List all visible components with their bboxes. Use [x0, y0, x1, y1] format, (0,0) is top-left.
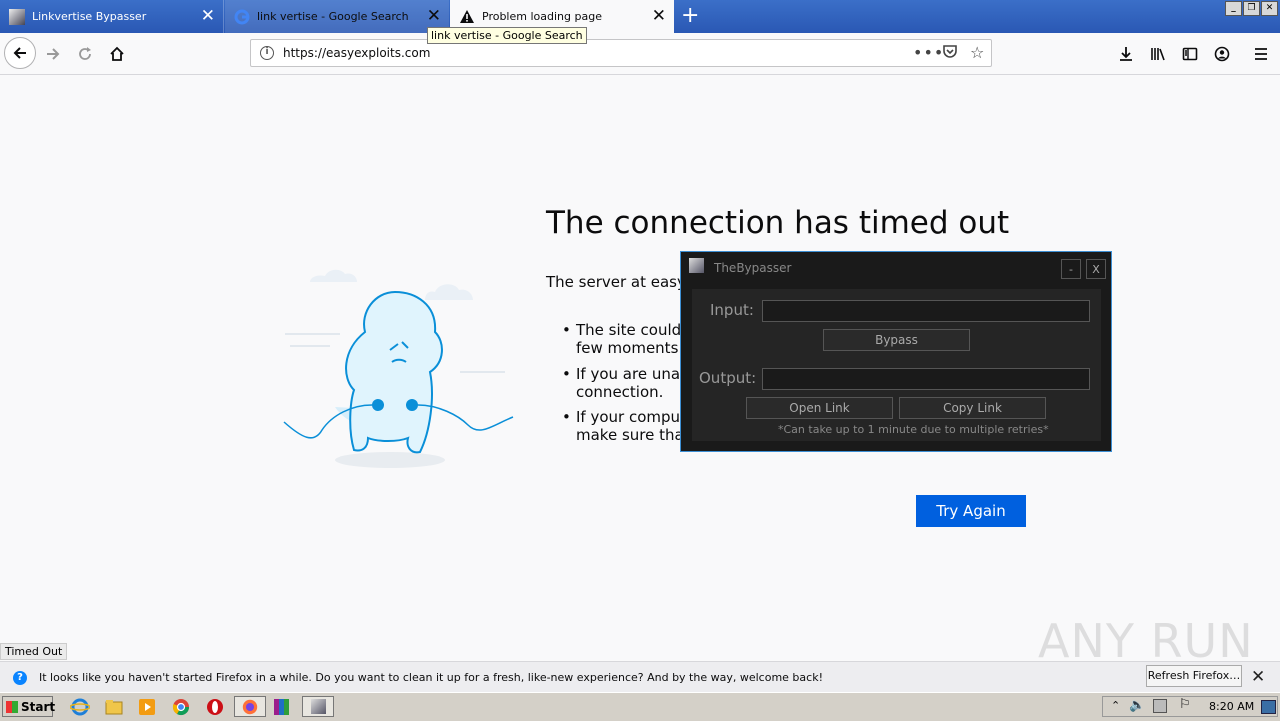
list-item: • The site could b few moments.: [562, 321, 696, 357]
google-icon: [234, 9, 250, 25]
close-window-icon[interactable]: ✕: [1261, 1, 1278, 16]
retry-note: *Can take up to 1 minute due to multiple…: [778, 423, 1049, 436]
disconnected-plug-illustration: [283, 269, 514, 468]
anyrun-watermark: ANY RUN: [1038, 614, 1254, 668]
sidebar-icon[interactable]: [1175, 39, 1205, 69]
page-actions-icon[interactable]: •••: [913, 43, 944, 62]
pocket-icon[interactable]: [942, 43, 958, 63]
chrome-icon[interactable]: [171, 697, 191, 717]
volume-icon[interactable]: 🔈: [1129, 698, 1145, 713]
close-tab-icon[interactable]: ✕: [427, 8, 441, 25]
try-again-button[interactable]: Try Again: [916, 495, 1026, 527]
list-item: • If you are unabl connection.: [562, 365, 694, 401]
question-icon: ?: [13, 670, 27, 685]
internet-explorer-icon[interactable]: [69, 697, 91, 717]
minimize-window-icon[interactable]: _: [1225, 1, 1242, 16]
close-button[interactable]: X: [1086, 259, 1106, 279]
start-button[interactable]: Start: [2, 696, 55, 717]
minimize-button[interactable]: -: [1061, 259, 1081, 279]
firefox-taskbar-button[interactable]: [234, 696, 266, 717]
error-title: The connection has timed out: [546, 205, 1010, 241]
downloads-icon[interactable]: [1111, 39, 1141, 69]
new-tab-icon[interactable]: +: [681, 4, 699, 28]
close-tab-icon[interactable]: ✕: [201, 8, 215, 25]
app-icon: [9, 8, 25, 25]
reload-icon[interactable]: [70, 39, 100, 69]
library-icon[interactable]: [1143, 39, 1173, 69]
warning-icon: [459, 9, 475, 25]
show-desktop-icon[interactable]: [1261, 700, 1276, 714]
tab-google-search[interactable]: link vertise - Google Search ✕: [225, 0, 449, 33]
tab-label: Linkvertise Bypasser: [32, 10, 147, 23]
account-icon[interactable]: [1207, 39, 1237, 69]
tab-label: Problem loading page: [482, 10, 602, 23]
back-arrow-icon[interactable]: [4, 37, 36, 69]
info-icon[interactable]: i: [260, 46, 274, 60]
bypass-button[interactable]: Bypass: [823, 329, 970, 351]
windows-logo-icon: [6, 701, 18, 713]
folder-icon[interactable]: [104, 697, 124, 717]
status-text: Timed Out: [0, 643, 68, 660]
window-controls: _ ❐ ✕: [1225, 1, 1278, 16]
bullet-icon: •: [562, 321, 571, 339]
taskbar: [0, 692, 1280, 721]
tab-tooltip: link vertise - Google Search: [427, 27, 587, 44]
bypasser-title: TheBypasser: [714, 261, 792, 275]
url-text[interactable]: https://easyexploits.com: [283, 46, 430, 60]
error-description: The server at easye: [546, 273, 696, 291]
opera-icon[interactable]: [205, 697, 225, 717]
open-link-button[interactable]: Open Link: [746, 397, 893, 419]
app-icon: [311, 699, 326, 714]
refresh-firefox-button[interactable]: Refresh Firefox…: [1146, 665, 1242, 687]
bullet-icon: •: [562, 408, 571, 426]
input-label: Input:: [710, 301, 754, 319]
home-icon[interactable]: [102, 39, 132, 69]
menu-icon[interactable]: [1246, 39, 1276, 69]
address-bar[interactable]: i https://easyexploits.com ••• ☆: [250, 39, 992, 67]
show-hidden-icons-icon[interactable]: ⌃: [1111, 699, 1120, 712]
bypasser-panel: Input: Bypass Output: Open Link Copy Lin…: [692, 289, 1101, 441]
tab-label: link vertise - Google Search: [257, 10, 409, 23]
output-field[interactable]: [762, 368, 1090, 390]
bullet-icon: •: [562, 365, 571, 383]
notification-text: It looks like you haven't started Firefo…: [39, 671, 823, 684]
bypasser-taskbar-button[interactable]: [302, 696, 334, 717]
close-tab-icon[interactable]: ✕: [652, 8, 666, 25]
copy-link-button[interactable]: Copy Link: [899, 397, 1046, 419]
clock: 8:20 AM: [1209, 700, 1255, 713]
app-icon: [689, 258, 704, 273]
output-label: Output:: [699, 369, 757, 387]
flag-icon[interactable]: ⚐: [1179, 697, 1191, 712]
forward-arrow-icon[interactable]: [38, 39, 68, 69]
tab-linkvertise-bypasser[interactable]: Linkvertise Bypasser ✕: [0, 0, 224, 33]
restore-window-icon[interactable]: ❐: [1243, 1, 1260, 16]
bypasser-window: TheBypasser - X Input: Bypass Output: Op…: [680, 251, 1112, 452]
list-item: • If your compute make sure that: [562, 408, 696, 444]
close-icon[interactable]: ✕: [1251, 667, 1265, 687]
winrar-icon[interactable]: [272, 697, 292, 717]
notification-bar: ? It looks like you haven't started Fire…: [0, 661, 1280, 693]
media-player-icon[interactable]: [137, 697, 157, 717]
network-icon[interactable]: [1153, 699, 1167, 713]
bookmark-star-icon[interactable]: ☆: [970, 43, 984, 62]
input-field[interactable]: [762, 300, 1090, 322]
